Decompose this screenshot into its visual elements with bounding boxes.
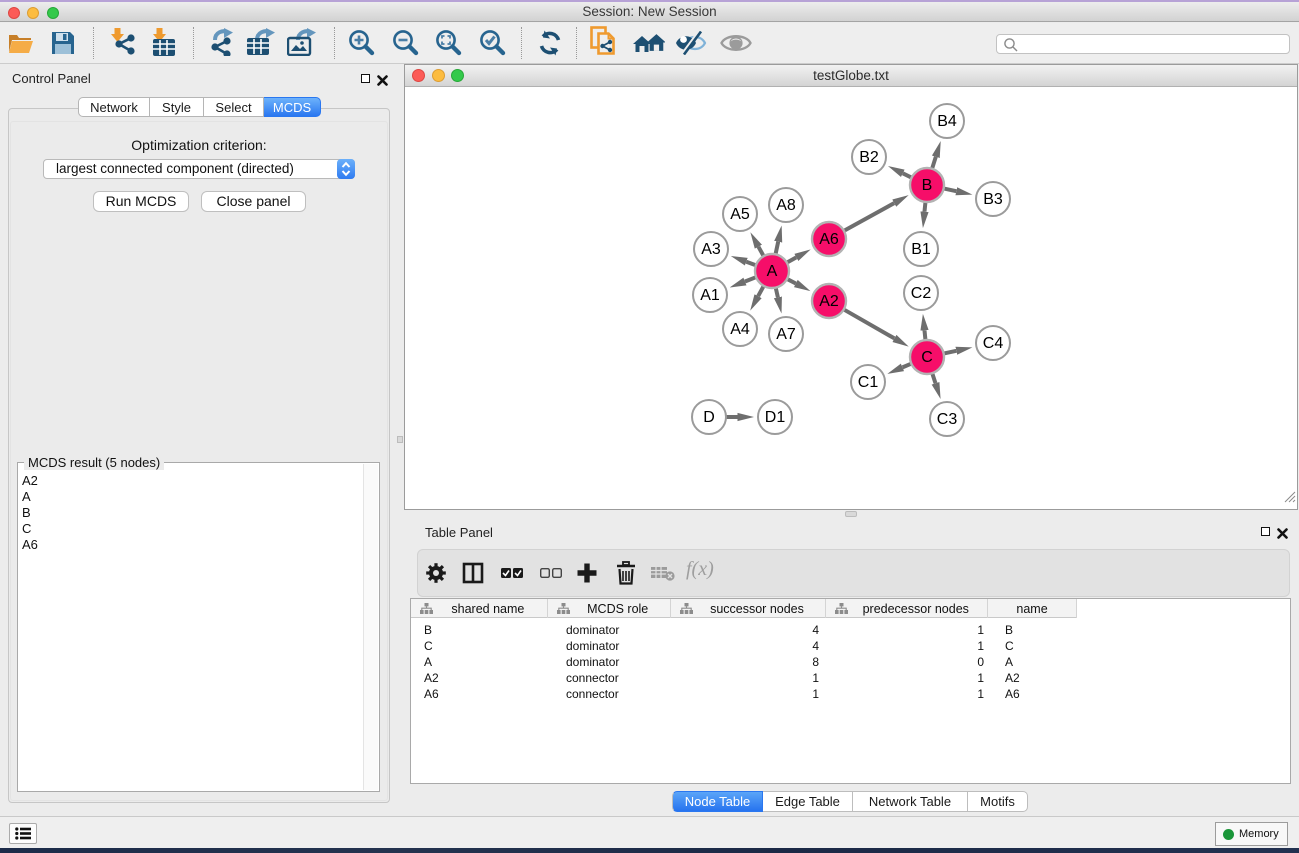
svg-text:C4: C4	[983, 335, 1004, 352]
svg-text:D: D	[703, 409, 715, 426]
svg-text:B3: B3	[983, 191, 1003, 208]
svg-text:B: B	[922, 177, 933, 194]
svg-text:A4: A4	[730, 321, 750, 338]
svg-text:B2: B2	[859, 149, 879, 166]
svg-text:A1: A1	[700, 287, 720, 304]
svg-text:A5: A5	[730, 206, 750, 223]
svg-text:B4: B4	[937, 113, 957, 130]
svg-text:B1: B1	[911, 241, 931, 258]
svg-text:A8: A8	[776, 197, 796, 214]
svg-text:C2: C2	[911, 285, 932, 302]
svg-text:C1: C1	[858, 374, 879, 391]
svg-text:C: C	[921, 349, 933, 366]
svg-text:A6: A6	[819, 231, 839, 248]
svg-text:D1: D1	[765, 409, 786, 426]
svg-text:A3: A3	[701, 241, 721, 258]
svg-text:A: A	[767, 263, 778, 280]
svg-text:A7: A7	[776, 326, 796, 343]
svg-text:C3: C3	[937, 411, 958, 428]
svg-text:A2: A2	[819, 293, 839, 310]
